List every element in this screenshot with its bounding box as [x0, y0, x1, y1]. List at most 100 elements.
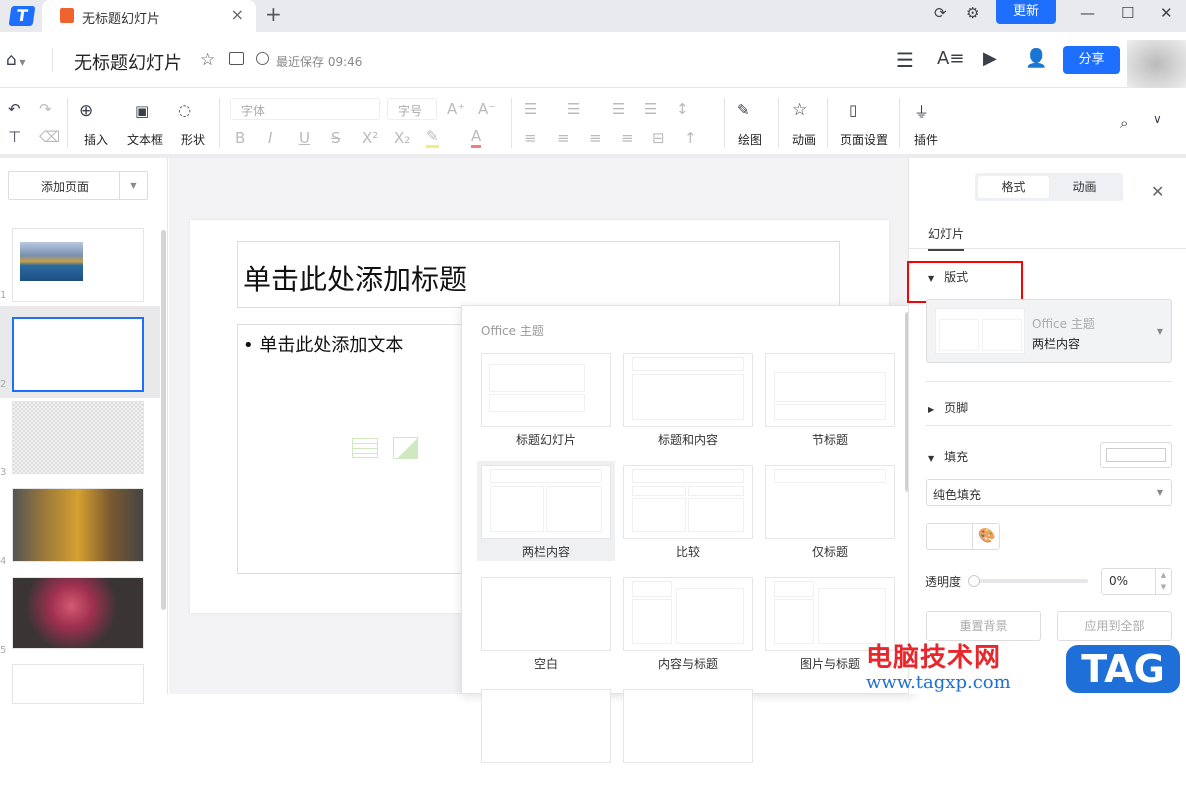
- document-tab[interactable]: 无标题幻灯片 ×: [42, 0, 256, 32]
- layout-option[interactable]: 标题和内容: [619, 349, 757, 449]
- superscript-icon[interactable]: X²: [362, 129, 378, 147]
- layout-option[interactable]: [619, 685, 757, 785]
- justify-icon[interactable]: ≡: [621, 129, 634, 147]
- layout-option[interactable]: 空白: [477, 573, 615, 673]
- line-spacing-icon[interactable]: ↕: [676, 100, 689, 118]
- menu-icon[interactable]: ☰: [896, 48, 914, 72]
- slide-thumbnail[interactable]: [12, 401, 144, 474]
- insert-button[interactable]: 插入: [84, 131, 108, 148]
- outdent-icon[interactable]: ☰: [612, 100, 625, 118]
- strikethrough-icon[interactable]: S: [331, 129, 341, 147]
- animation-button[interactable]: 动画: [792, 131, 816, 148]
- minimize-button[interactable]: —: [1080, 4, 1095, 22]
- underline-icon[interactable]: U: [299, 129, 310, 147]
- reset-background-button[interactable]: 重置背景: [926, 611, 1041, 641]
- textbox-button[interactable]: 文本框: [127, 131, 163, 148]
- page-setup-button[interactable]: 页面设置: [840, 131, 888, 148]
- textbox-icon[interactable]: ▣: [135, 102, 149, 120]
- fill-type-select[interactable]: 纯色填充 ▼: [926, 479, 1172, 506]
- slide-panel-scrollbar[interactable]: [161, 230, 166, 610]
- plugin-button[interactable]: 插件: [914, 131, 938, 148]
- font-size-select[interactable]: 字号: [387, 98, 437, 120]
- layout-option[interactable]: 节标题: [761, 349, 899, 449]
- home-icon[interactable]: ⌂ ▼: [6, 50, 26, 70]
- sync-icon[interactable]: ⟳: [934, 4, 947, 22]
- title-placeholder[interactable]: 单击此处添加标题: [237, 241, 840, 308]
- plugin-icon[interactable]: ⏚: [914, 101, 929, 122]
- share-button[interactable]: 分享: [1063, 46, 1120, 74]
- layout-option[interactable]: 两栏内容: [477, 461, 615, 561]
- maximize-button[interactable]: ☐: [1121, 4, 1134, 22]
- fill-color-swatch[interactable]: [1100, 442, 1172, 468]
- shape-button[interactable]: 形状: [181, 131, 205, 148]
- app-logo[interactable]: T: [8, 6, 36, 26]
- draw-button[interactable]: 绘图: [738, 131, 762, 148]
- undo-icon[interactable]: ↶: [8, 100, 21, 118]
- add-page-button[interactable]: 添加页面 ▼: [8, 171, 148, 200]
- slide-thumbnail[interactable]: [12, 228, 144, 302]
- bullet-list-icon[interactable]: ☰: [524, 100, 537, 118]
- align-right-icon[interactable]: ≡: [589, 129, 602, 147]
- layout-select[interactable]: Office 主题 两栏内容 ▼: [926, 299, 1172, 363]
- tab-format[interactable]: 格式: [978, 176, 1049, 198]
- insert-icon[interactable]: ⊕: [79, 101, 93, 121]
- tab-animation[interactable]: 动画: [1049, 176, 1120, 198]
- update-button[interactable]: 更新: [996, 0, 1056, 24]
- move-folder-icon[interactable]: [229, 52, 244, 65]
- present-icon[interactable]: ▶: [983, 48, 997, 69]
- gear-icon[interactable]: ⚙: [966, 4, 979, 22]
- close-panel-icon[interactable]: ✕: [1151, 182, 1164, 201]
- add-collaborator-icon[interactable]: 👤: [1025, 48, 1047, 69]
- animation-icon[interactable]: ☆: [792, 100, 807, 120]
- decrease-font-icon[interactable]: A⁻: [478, 100, 496, 118]
- align-center-icon[interactable]: ≡: [557, 129, 570, 147]
- footer-section-toggle[interactable]: ▶ 页脚: [928, 399, 968, 416]
- insert-table-icon[interactable]: [352, 438, 378, 458]
- eraser-icon[interactable]: ⌫: [39, 128, 60, 146]
- slider-handle[interactable]: [968, 575, 980, 587]
- close-tab-icon[interactable]: ×: [231, 5, 244, 24]
- align-left-icon[interactable]: ≡: [524, 129, 537, 147]
- numbered-list-icon[interactable]: ☰: [567, 100, 580, 118]
- layout-option[interactable]: 比较: [619, 461, 757, 561]
- close-window-button[interactable]: ✕: [1160, 4, 1173, 22]
- chevron-down-icon[interactable]: ∨: [1153, 112, 1162, 126]
- slide-thumbnail[interactable]: [12, 664, 144, 704]
- highlight-icon[interactable]: ✎: [426, 127, 439, 148]
- new-tab-button[interactable]: +: [265, 2, 282, 26]
- layout-name: 节标题: [811, 433, 848, 447]
- shape-icon[interactable]: ◌: [178, 101, 191, 119]
- bold-icon[interactable]: B: [235, 129, 245, 147]
- star-icon[interactable]: ☆: [200, 50, 215, 70]
- text-format-icon[interactable]: A≡: [937, 48, 964, 69]
- apply-to-all-button[interactable]: 应用到全部: [1057, 611, 1172, 641]
- increase-font-icon[interactable]: A⁺: [447, 100, 465, 118]
- fill-section-toggle[interactable]: ▼ 填充: [928, 448, 968, 465]
- distribute-icon[interactable]: ⊟: [652, 129, 665, 147]
- insert-image-icon[interactable]: [393, 437, 418, 459]
- italic-icon[interactable]: I: [268, 129, 272, 147]
- subscript-icon[interactable]: X₂: [394, 129, 410, 147]
- layout-option[interactable]: 仅标题: [761, 461, 899, 561]
- font-color-icon[interactable]: A: [471, 127, 482, 148]
- color-picker[interactable]: 🎨: [926, 523, 1000, 550]
- layout-option[interactable]: [477, 685, 615, 785]
- transparency-slider[interactable]: [968, 575, 1088, 587]
- layout-option[interactable]: 标题幻灯片: [477, 349, 615, 449]
- transparency-input[interactable]: 0% ▲ ▼: [1101, 568, 1172, 595]
- format-painter-icon[interactable]: ⊤: [8, 128, 21, 146]
- document-title[interactable]: 无标题幻灯片: [74, 49, 182, 75]
- page-setup-icon[interactable]: ▯: [849, 101, 857, 119]
- avatar[interactable]: [1127, 40, 1186, 88]
- indent-icon[interactable]: ☰: [644, 100, 657, 118]
- layout-option[interactable]: 内容与标题: [619, 573, 757, 673]
- slide-thumbnail[interactable]: [12, 488, 144, 562]
- vertical-align-icon[interactable]: ↑: [684, 129, 697, 147]
- redo-icon[interactable]: ↷: [39, 100, 52, 118]
- slide-thumbnail[interactable]: [12, 577, 144, 649]
- add-page-dropdown[interactable]: ▼: [119, 172, 147, 199]
- draw-icon[interactable]: ✎: [737, 101, 750, 119]
- search-icon[interactable]: ⌕: [1120, 114, 1128, 132]
- font-select[interactable]: 字体: [230, 98, 380, 120]
- slide-thumbnail[interactable]: [12, 317, 144, 392]
